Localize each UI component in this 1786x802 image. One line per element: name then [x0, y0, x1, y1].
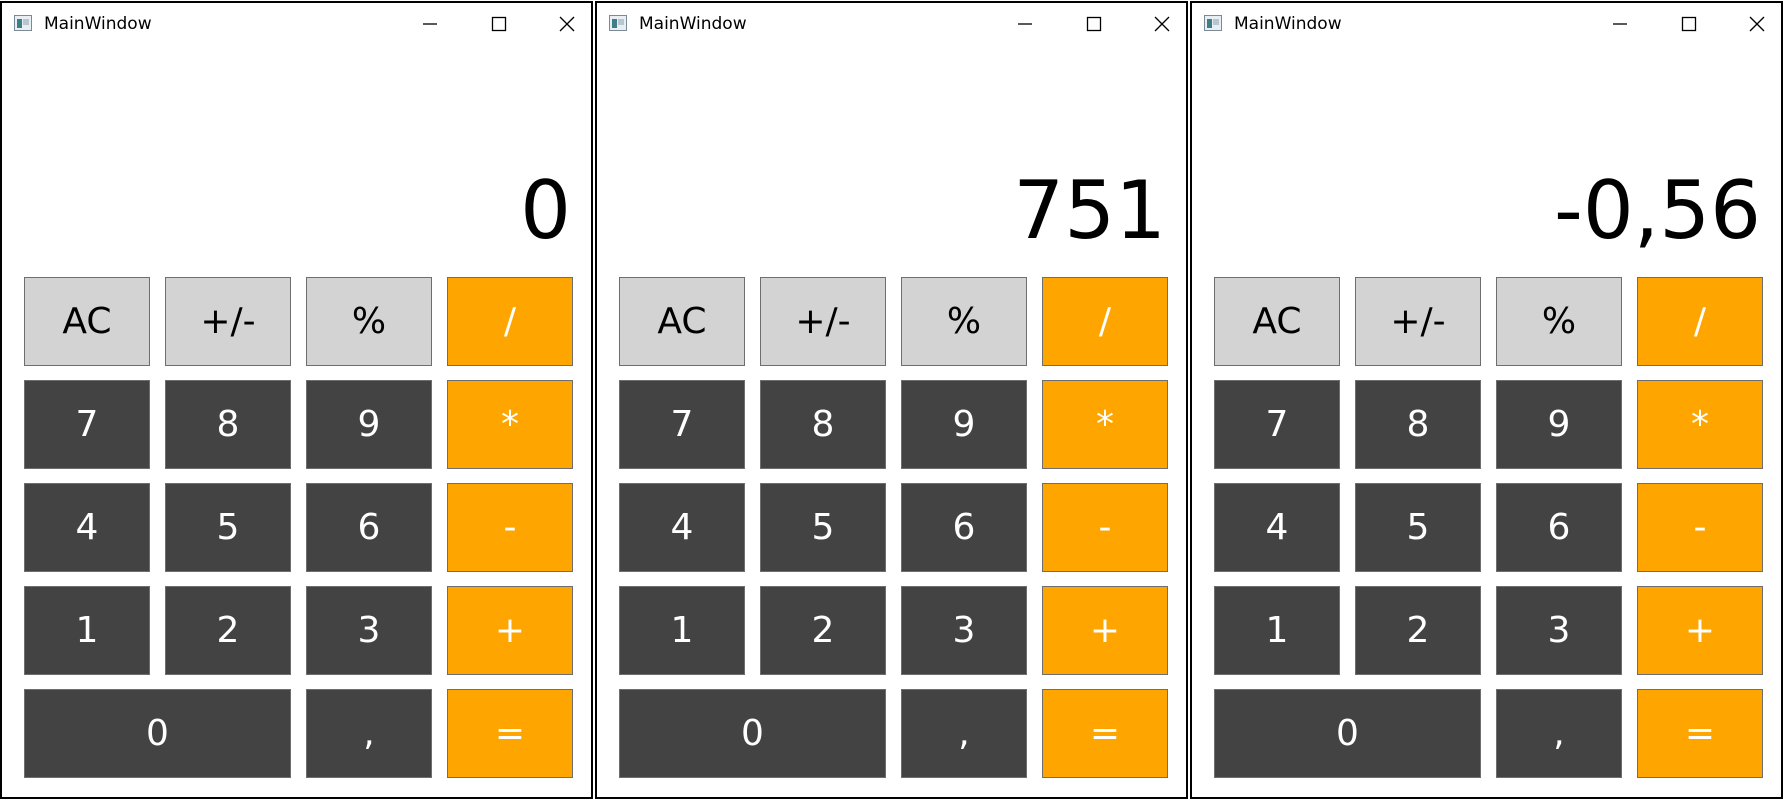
key-2[interactable]: 2: [165, 586, 291, 675]
minimize-icon: [1613, 23, 1627, 25]
calculator-window-3: MainWindow -0,56 AC +/- % / 7 8 9 * 4 5 …: [1190, 1, 1783, 799]
key-1[interactable]: 1: [1214, 586, 1340, 675]
maximize-icon: [491, 16, 507, 32]
key-3[interactable]: 3: [901, 586, 1027, 675]
close-button[interactable]: [1139, 7, 1185, 41]
key-percent[interactable]: %: [306, 277, 432, 366]
key-plus[interactable]: +: [1637, 586, 1763, 675]
minimize-button[interactable]: [407, 7, 453, 41]
key-multiply[interactable]: *: [1042, 380, 1168, 469]
key-7[interactable]: 7: [1214, 380, 1340, 469]
minimize-button[interactable]: [1597, 7, 1643, 41]
maximize-icon: [1681, 16, 1697, 32]
key-1[interactable]: 1: [619, 586, 745, 675]
close-icon: [1154, 16, 1170, 32]
key-comma[interactable]: ,: [901, 689, 1027, 778]
app-window-icon: [1204, 15, 1222, 31]
key-comma[interactable]: ,: [1496, 689, 1622, 778]
key-8[interactable]: 8: [1355, 380, 1481, 469]
key-0[interactable]: 0: [1214, 689, 1481, 778]
minimize-button[interactable]: [1002, 7, 1048, 41]
result-display: 0: [520, 164, 571, 257]
maximize-icon: [1086, 16, 1102, 32]
title-bar[interactable]: MainWindow: [1192, 3, 1781, 45]
key-plus[interactable]: +: [447, 586, 573, 675]
key-8[interactable]: 8: [760, 380, 886, 469]
key-6[interactable]: 6: [306, 483, 432, 572]
close-button[interactable]: [1734, 7, 1780, 41]
title-bar[interactable]: MainWindow: [2, 3, 591, 45]
key-0[interactable]: 0: [24, 689, 291, 778]
key-1[interactable]: 1: [24, 586, 150, 675]
key-equals[interactable]: =: [447, 689, 573, 778]
key-4[interactable]: 4: [1214, 483, 1340, 572]
key-5[interactable]: 5: [1355, 483, 1481, 572]
key-ac[interactable]: AC: [1214, 277, 1340, 366]
key-3[interactable]: 3: [306, 586, 432, 675]
key-toggle-sign[interactable]: +/-: [1355, 277, 1481, 366]
minimize-icon: [1018, 23, 1032, 25]
window-title: MainWindow: [639, 14, 747, 34]
window-title: MainWindow: [1234, 14, 1342, 34]
key-2[interactable]: 2: [760, 586, 886, 675]
key-multiply[interactable]: *: [447, 380, 573, 469]
key-9[interactable]: 9: [901, 380, 1027, 469]
close-icon: [559, 16, 575, 32]
key-4[interactable]: 4: [24, 483, 150, 572]
minimize-icon: [423, 23, 437, 25]
title-bar[interactable]: MainWindow: [597, 3, 1186, 45]
key-3[interactable]: 3: [1496, 586, 1622, 675]
key-6[interactable]: 6: [1496, 483, 1622, 572]
key-ac[interactable]: AC: [619, 277, 745, 366]
app-window-icon: [609, 15, 627, 31]
key-divide[interactable]: /: [447, 277, 573, 366]
key-7[interactable]: 7: [24, 380, 150, 469]
result-display: -0,56: [1554, 164, 1761, 257]
app-window-icon: [14, 15, 32, 31]
key-comma[interactable]: ,: [306, 689, 432, 778]
key-minus[interactable]: -: [1637, 483, 1763, 572]
key-4[interactable]: 4: [619, 483, 745, 572]
window-title: MainWindow: [44, 14, 152, 34]
key-6[interactable]: 6: [901, 483, 1027, 572]
maximize-button[interactable]: [1666, 7, 1712, 41]
key-5[interactable]: 5: [760, 483, 886, 572]
key-toggle-sign[interactable]: +/-: [165, 277, 291, 366]
key-9[interactable]: 9: [306, 380, 432, 469]
key-equals[interactable]: =: [1637, 689, 1763, 778]
key-equals[interactable]: =: [1042, 689, 1168, 778]
key-toggle-sign[interactable]: +/-: [760, 277, 886, 366]
key-minus[interactable]: -: [447, 483, 573, 572]
key-7[interactable]: 7: [619, 380, 745, 469]
key-8[interactable]: 8: [165, 380, 291, 469]
key-ac[interactable]: AC: [24, 277, 150, 366]
key-percent[interactable]: %: [1496, 277, 1622, 366]
key-9[interactable]: 9: [1496, 380, 1622, 469]
close-button[interactable]: [544, 7, 590, 41]
key-plus[interactable]: +: [1042, 586, 1168, 675]
result-display: 751: [1013, 164, 1166, 257]
calculator-window-2: MainWindow 751 AC +/- % / 7 8 9 * 4 5 6 …: [595, 1, 1188, 799]
calculator-window-1: MainWindow 0 AC +/- % / 7 8 9 * 4 5 6 - …: [0, 1, 593, 799]
maximize-button[interactable]: [476, 7, 522, 41]
key-multiply[interactable]: *: [1637, 380, 1763, 469]
key-5[interactable]: 5: [165, 483, 291, 572]
key-divide[interactable]: /: [1042, 277, 1168, 366]
key-0[interactable]: 0: [619, 689, 886, 778]
key-divide[interactable]: /: [1637, 277, 1763, 366]
close-icon: [1749, 16, 1765, 32]
maximize-button[interactable]: [1071, 7, 1117, 41]
key-minus[interactable]: -: [1042, 483, 1168, 572]
key-percent[interactable]: %: [901, 277, 1027, 366]
key-2[interactable]: 2: [1355, 586, 1481, 675]
